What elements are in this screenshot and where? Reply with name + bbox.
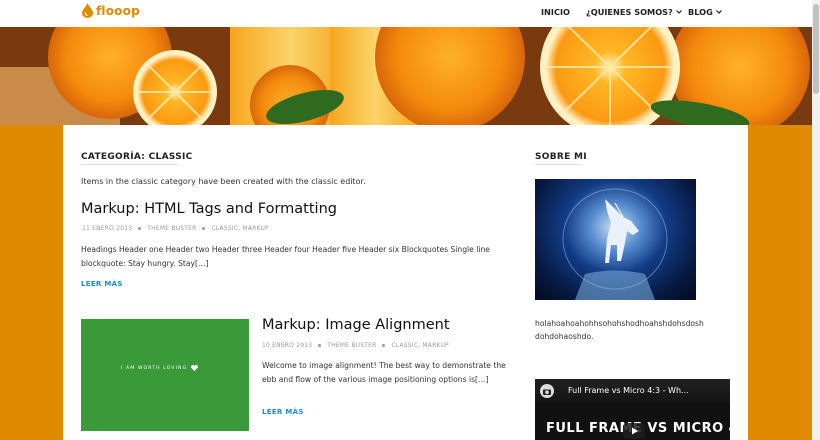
page-scrollbar[interactable] [812, 0, 820, 440]
post-thumbnail[interactable]: I AM WORTH LOVING [81, 319, 249, 431]
post-excerpt: Headings Header one Header two Header th… [81, 245, 490, 268]
post-excerpt: Welcome to image alignment! The best way… [262, 361, 506, 384]
thumbnail-caption-text: I AM WORTH LOVING [121, 365, 188, 371]
read-more-link[interactable]: LEER MÁS [262, 408, 304, 416]
post-title-link[interactable]: Markup: Image Alignment [262, 317, 450, 333]
channel-avatar-icon[interactable] [540, 384, 554, 398]
separator-dot [202, 227, 206, 230]
drop-icon [82, 3, 93, 18]
post-author[interactable]: THEME BUSTER [327, 342, 376, 349]
archive-description: Items in the classic category have been … [81, 177, 366, 186]
play-button[interactable] [623, 423, 645, 439]
video-title[interactable]: Full Frame vs Micro 4:3 - Wh... [568, 386, 689, 395]
content-card: CATEGORÍA: CLASSIC Items in the classic … [63, 125, 748, 440]
site-header: flooop INICIO ¿QUIENES SOMOS? BLOG [0, 0, 812, 27]
separator-dot [382, 344, 386, 347]
site-logo[interactable]: flooop [82, 3, 140, 18]
read-more-link[interactable]: LEER MÁS [81, 280, 123, 288]
unicorn-illustration [562, 188, 668, 300]
nav-item-label: BLOG [688, 7, 713, 17]
nav-item-blog[interactable]: BLOG [688, 7, 722, 17]
post-date[interactable]: 10 ENERO 2013 [262, 342, 312, 349]
youtube-embed[interactable]: Full Frame vs Micro 4:3 - Wh... FULL FRA… [535, 379, 730, 440]
thumbnail-caption: I AM WORTH LOVING [121, 365, 199, 371]
sidebar-widget-title: SOBRE MI [535, 152, 587, 162]
post-meta: 11 ENERO 2013 THEME BUSTER CLASSIC, MARK… [82, 225, 269, 232]
post-date[interactable]: 11 ENERO 2013 [82, 225, 132, 232]
camera-icon [543, 389, 551, 395]
heart-icon [191, 365, 199, 371]
archive-title-underline [81, 164, 178, 165]
nav-item-inicio[interactable]: INICIO [541, 7, 570, 17]
post-categories[interactable]: CLASSIC, MARKUP [391, 342, 448, 349]
post-title-link[interactable]: Markup: HTML Tags and Formatting [81, 201, 337, 217]
separator-dot [138, 227, 142, 230]
archive-title: CATEGORÍA: CLASSIC [81, 152, 193, 162]
post-meta: 10 ENERO 2013 THEME BUSTER CLASSIC, MARK… [262, 342, 449, 349]
post-categories[interactable]: CLASSIC, MARKUP [211, 225, 268, 232]
separator-dot [318, 344, 322, 347]
post-author[interactable]: THEME BUSTER [147, 225, 196, 232]
sidebar-about-text: holahoahoahohhsohohshodhoahshdohsdoshdoh… [535, 319, 704, 341]
chevron-down-icon [675, 10, 682, 14]
nav-item-label: ¿QUIENES SOMOS? [586, 7, 673, 17]
chevron-down-icon [715, 10, 722, 14]
nav-item-quienes-somos[interactable]: ¿QUIENES SOMOS? [586, 7, 682, 17]
logo-text: flooop [96, 3, 140, 18]
sidebar-unicorn-image [535, 179, 696, 300]
sidebar-title-underline [535, 164, 581, 165]
nav-item-label: INICIO [541, 7, 570, 17]
scrollbar-thumb[interactable] [813, 4, 819, 94]
play-icon [632, 427, 638, 435]
header-banner-image [0, 27, 812, 125]
oranges-illustration [0, 27, 812, 125]
